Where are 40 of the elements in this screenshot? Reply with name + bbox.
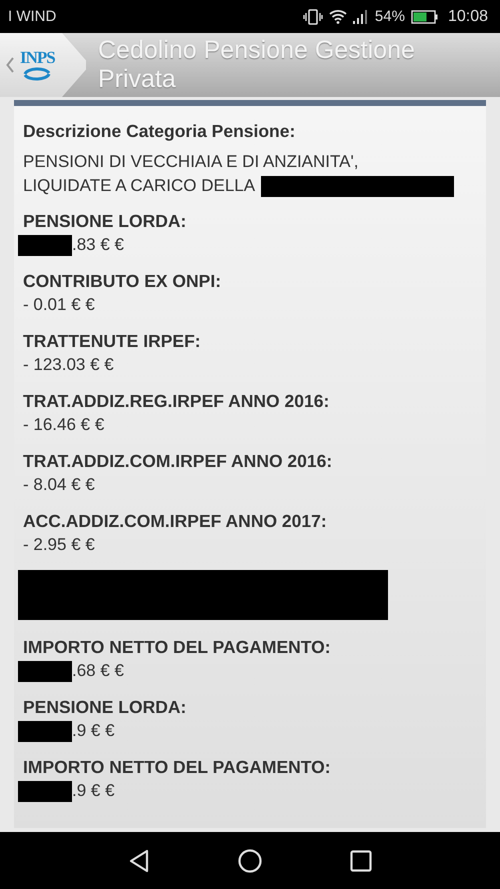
redaction-bar	[18, 780, 72, 802]
logo-text: INPS	[20, 48, 55, 66]
field-label: IMPORTO NETTO DEL PAGAMENTO:	[23, 636, 332, 658]
clock-time: 10:08	[448, 8, 488, 26]
field-label: IMPORTO NETTO DEL PAGAMENTO:	[23, 756, 332, 778]
battery-icon	[410, 10, 438, 24]
back-chevron-icon	[6, 57, 14, 73]
field-value: .68 € €	[72, 660, 124, 682]
redaction-bar	[18, 660, 72, 682]
field-label: PENSIONE LORDA:	[23, 696, 188, 718]
field-value: LIQUIDATE A CARICO DELLA	[23, 175, 256, 197]
field-value: .9 € €	[72, 780, 115, 802]
field-value: - 0.01 € €	[23, 294, 95, 316]
page-title: Cedolino Pensione Gestione Privata	[97, 36, 416, 94]
back-icon[interactable]	[128, 848, 150, 872]
field-label: Descrizione Categoria Pensione:	[23, 120, 296, 142]
field-value: - 2.95 € €	[23, 534, 95, 556]
redaction-bar	[18, 234, 72, 256]
field-label: TRATTENUTE IRPEF:	[23, 330, 202, 352]
field-label: TRAT.ADDIZ.COM.IRPEF ANNO 2016:	[23, 450, 334, 472]
field-label: CONTRIBUTO EX ONPI:	[23, 270, 222, 292]
swirl-logo-icon	[22, 66, 52, 82]
wifi-icon	[328, 9, 347, 24]
field-label: TRAT.ADDIZ.REG.IRPEF ANNO 2016:	[23, 390, 330, 412]
field-value: - 123.03 € €	[23, 354, 114, 376]
recents-icon[interactable]	[350, 850, 372, 872]
carrier-name: I WIND	[8, 8, 56, 25]
vibrate-icon	[302, 8, 323, 24]
field-value: - 16.46 € €	[23, 414, 104, 436]
field-value: - 8.04 € €	[23, 474, 95, 496]
back-button[interactable]: INPS	[0, 33, 86, 97]
field-value: PENSIONI DI VECCHIAIA E DI ANZIANITA',	[23, 151, 358, 173]
field-label: PENSIONE LORDA:	[23, 210, 188, 232]
redaction-bar	[18, 720, 72, 742]
field-label: ACC.ADDIZ.COM.IRPEF ANNO 2017:	[23, 510, 328, 532]
battery-percent: 54%	[374, 8, 405, 25]
signal-icon	[352, 9, 369, 24]
field-value: .83 € €	[72, 234, 124, 256]
home-icon[interactable]	[238, 848, 262, 872]
field-value: .9 € €	[72, 720, 115, 742]
